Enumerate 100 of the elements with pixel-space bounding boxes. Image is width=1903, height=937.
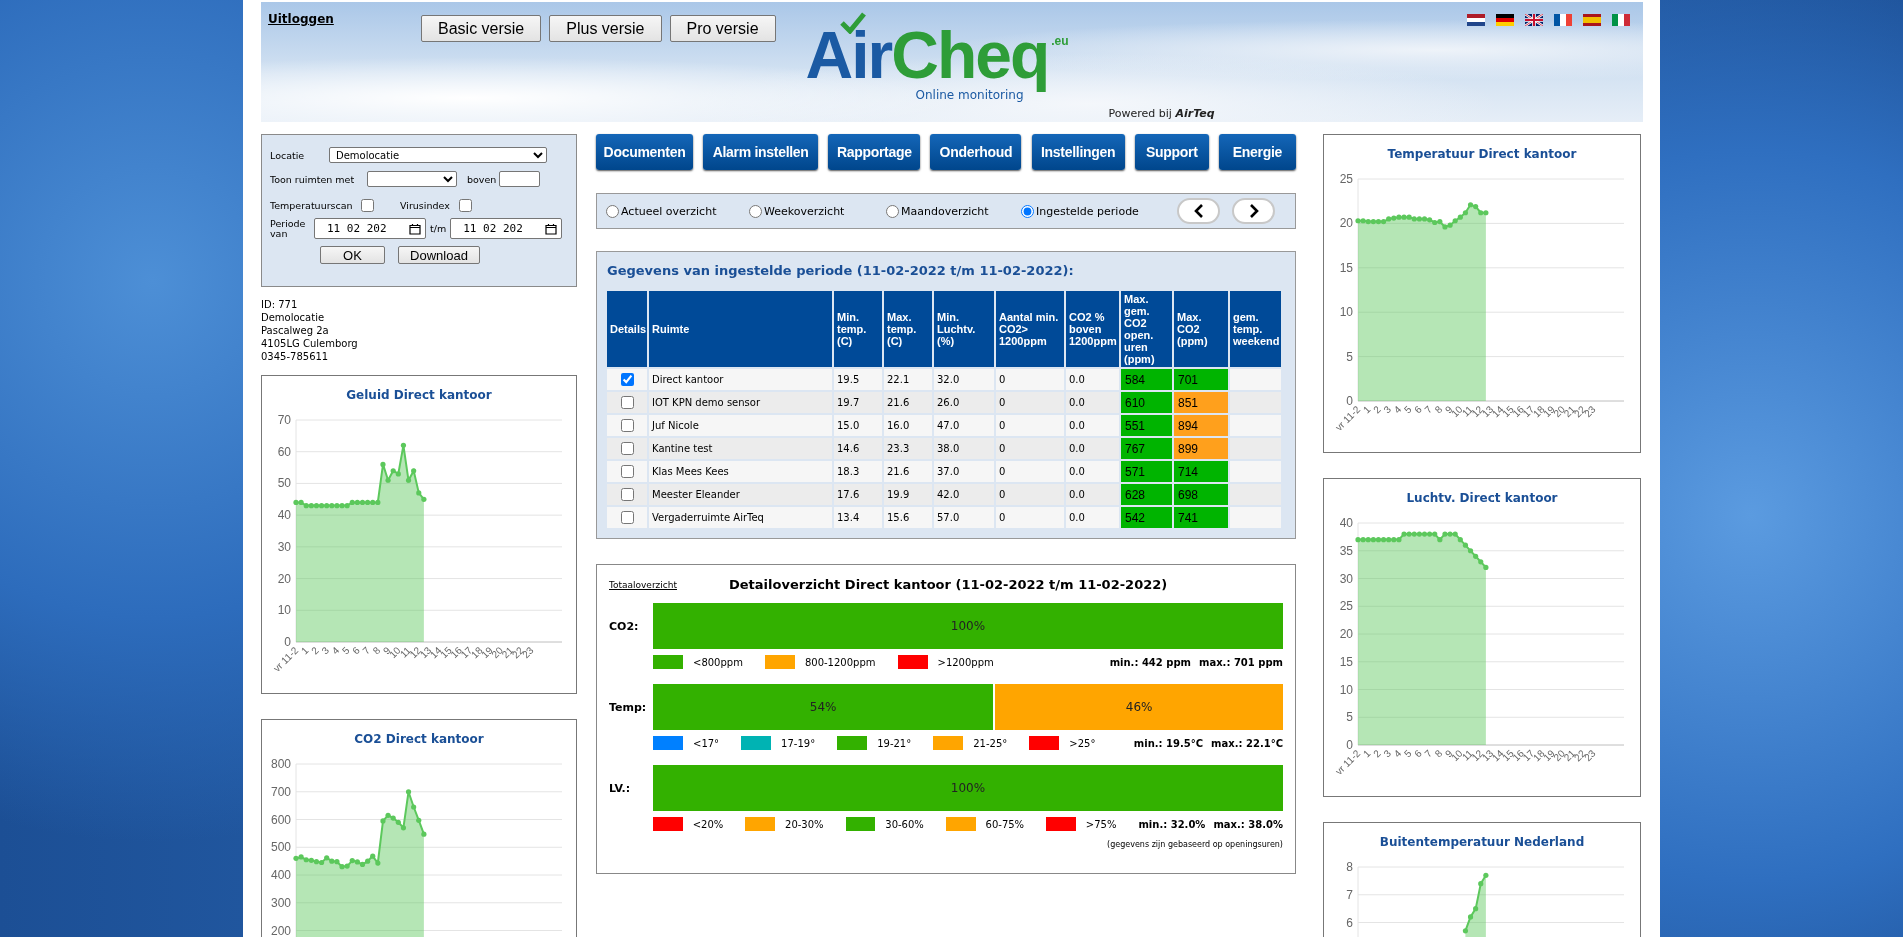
axis-label: 20	[1339, 216, 1353, 231]
column-header: Details	[607, 291, 647, 367]
axis-label: 8	[1432, 747, 1445, 760]
table-cell: Kantine test	[649, 438, 832, 459]
legend-label: 19-21°	[877, 737, 912, 749]
nav-button[interactable]: Alarm instellen	[703, 134, 819, 170]
next-button[interactable]	[1232, 198, 1275, 224]
radio-label[interactable]: Weekoverzicht	[764, 204, 845, 218]
column-header: Max. gem. CO2 open. uren (ppm)	[1121, 291, 1172, 367]
chevron-left-icon	[1193, 204, 1204, 218]
checkbox[interactable]	[361, 199, 374, 212]
version-button[interactable]: Pro versie	[669, 15, 776, 42]
table-cell: 37.0	[934, 461, 994, 482]
row-checkbox[interactable]	[620, 419, 634, 432]
form-button[interactable]: Download	[398, 246, 480, 264]
data-point	[1473, 906, 1479, 912]
room-filter-select[interactable]	[367, 171, 457, 187]
axis-label: 0	[1346, 394, 1353, 408]
row-checkbox[interactable]	[620, 511, 634, 524]
field-label: Locatie	[270, 149, 306, 161]
radio-label[interactable]: Maandoverzicht	[901, 204, 989, 218]
legend-label: <17°	[693, 737, 720, 749]
radio-button[interactable]	[606, 204, 619, 218]
version-button[interactable]: Plus versie	[549, 15, 662, 42]
cell-value: 698	[1178, 487, 1199, 502]
threshold-field[interactable]	[499, 171, 540, 187]
table-cell: 18.3	[834, 461, 882, 482]
axis-label: 7	[360, 644, 373, 657]
address-line: 4105LG Culemborg	[261, 337, 358, 350]
table-cell: 21.6	[884, 461, 932, 482]
axis-label: 300	[270, 895, 291, 910]
location-select[interactable]: Demolocatie	[329, 147, 547, 163]
flag-icon[interactable]	[1496, 14, 1514, 26]
axis-label: 40	[277, 508, 291, 523]
date-field[interactable]: 11 02 202	[450, 218, 563, 239]
checkbox-label: Virusindex	[400, 200, 451, 211]
table-cell: 19.7	[834, 392, 882, 413]
version-button[interactable]: Basic versie	[421, 15, 542, 42]
table-cell: 0	[996, 415, 1064, 436]
metric-label: CO2:	[609, 619, 640, 633]
footnote: (gegevens zijn gebaseerd op openingsuren)	[1106, 840, 1283, 849]
row-checkbox[interactable]	[620, 442, 634, 455]
min-value: min.: 442 ppm	[1109, 656, 1191, 668]
table-cell: 15.0	[834, 415, 882, 436]
radio-button[interactable]	[1021, 204, 1034, 218]
nav-button[interactable]: Onderhoud	[930, 134, 1022, 170]
chart-title: Geluid Direct kantoor	[346, 388, 492, 404]
flag-icon[interactable]	[1554, 14, 1572, 26]
chevron-right-icon	[1248, 204, 1259, 218]
nav-button[interactable]: Energie	[1218, 134, 1296, 170]
axis-label: 5	[1346, 349, 1353, 364]
row-checkbox[interactable]	[620, 396, 634, 409]
table-cell: 38.0	[934, 438, 994, 459]
nav-button[interactable]: Documenten	[596, 134, 693, 170]
radio-label[interactable]: Ingestelde periode	[1036, 204, 1139, 218]
table-cell: 0	[996, 392, 1064, 413]
flag-icon[interactable]	[1525, 14, 1543, 26]
radio-button[interactable]	[886, 204, 899, 218]
data-point	[405, 477, 412, 483]
cell-value: 542	[1125, 510, 1146, 525]
flag-icon[interactable]	[1467, 14, 1485, 26]
column-header: Min. Luchtv. (%)	[934, 291, 994, 367]
logout-link[interactable]: Uitloggen	[268, 10, 421, 26]
axis-label: 600	[270, 812, 291, 827]
cell-value: 584	[1125, 372, 1146, 387]
cell-value: 628	[1125, 487, 1146, 502]
axis-label: 2	[1371, 747, 1383, 760]
overview-link[interactable]: Totaaloverzicht	[609, 579, 729, 590]
table-cell: 0.0	[1066, 415, 1119, 436]
row-checkbox[interactable]	[620, 465, 634, 478]
legend-label: >1200ppm	[937, 656, 994, 668]
row-checkbox[interactable]	[620, 373, 634, 386]
bar-segment: 54%	[653, 684, 994, 730]
checkbox[interactable]	[459, 199, 472, 212]
nav-button[interactable]: Instellingen	[1031, 134, 1125, 170]
previous-button[interactable]	[1177, 198, 1220, 224]
axis-label: 6	[1346, 915, 1353, 930]
row-checkbox[interactable]	[620, 488, 634, 501]
axis-label: 3	[1381, 747, 1394, 760]
form-button[interactable]: OK	[320, 246, 385, 264]
data-point	[416, 817, 422, 823]
nav-button[interactable]: Rapportage	[828, 134, 921, 170]
table-cell: 19.5	[834, 369, 882, 390]
radio-label[interactable]: Actueel overzicht	[621, 204, 717, 218]
date-field[interactable]: 11 02 202	[314, 218, 426, 239]
table-cell: 32.0	[934, 369, 994, 390]
table-cell: 14.6	[834, 438, 882, 459]
address-line: Pascalweg 2a	[261, 324, 329, 337]
chart-title: Temperatuur Direct kantoor	[1387, 147, 1577, 163]
legend-label: 800-1200ppm	[804, 656, 876, 668]
radio-button[interactable]	[749, 204, 762, 218]
powered-by-text: Powered bij AirTeq	[1108, 107, 1215, 120]
nav-button[interactable]: Support	[1134, 134, 1209, 170]
table-cell: 0	[996, 461, 1064, 482]
data-point	[411, 804, 417, 810]
axis-label: 50	[277, 476, 291, 491]
column-header: Max. CO2 (ppm)	[1174, 291, 1228, 367]
data-point	[1483, 872, 1489, 878]
address-line: ID: 771	[261, 298, 298, 311]
chart-title: CO2 Direct kantoor	[354, 732, 484, 748]
